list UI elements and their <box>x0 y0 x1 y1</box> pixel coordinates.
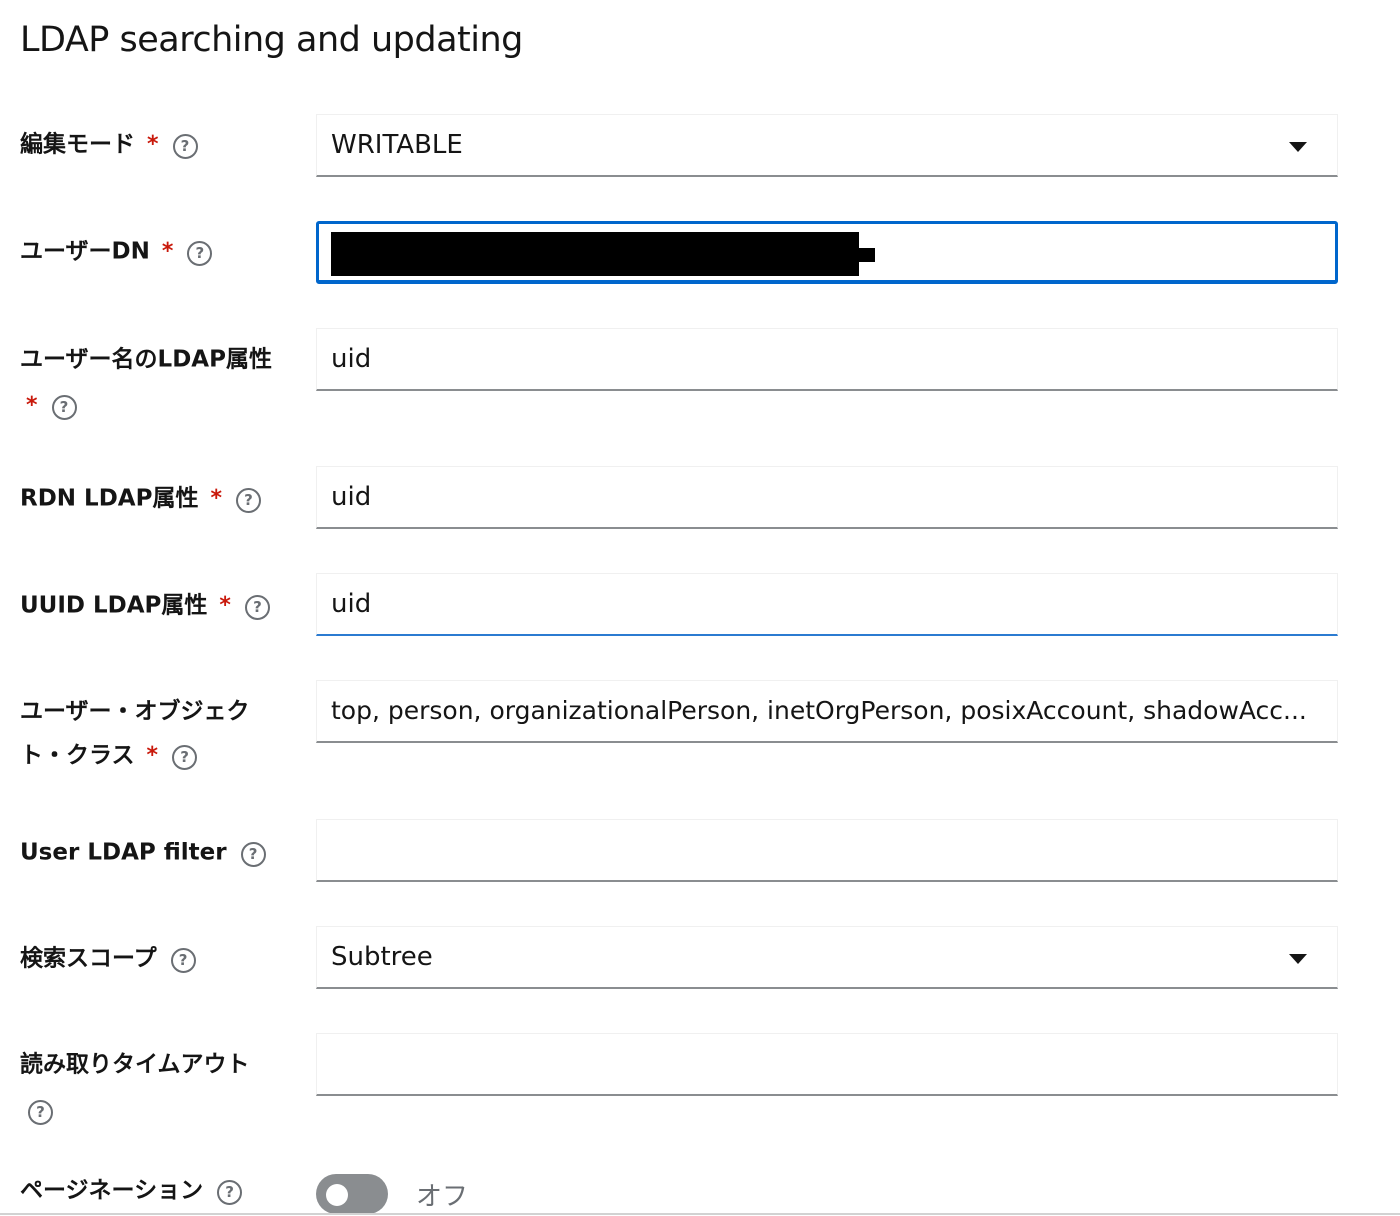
help-icon[interactable]: ? <box>187 241 213 266</box>
edit-mode-select[interactable]: WRITABLE <box>316 114 1338 177</box>
required-indicator: * <box>146 742 159 768</box>
pagination-toggle[interactable] <box>316 1174 388 1214</box>
help-icon[interactable]: ? <box>170 948 196 973</box>
pagination-toggle-label: オフ <box>416 1182 469 1212</box>
uuid-attr-label: UUID LDAP属性 <box>20 592 208 619</box>
search-scope-label: 検索スコープ <box>20 945 157 972</box>
toggle-knob <box>326 1184 348 1206</box>
field-label: RDN LDAP属性 *? <box>20 476 300 521</box>
help-icon[interactable]: ? <box>240 842 266 867</box>
caret-down-icon <box>1289 142 1307 152</box>
object-classes-input[interactable]: top, person, organizationalPerson, inetO… <box>316 680 1338 743</box>
redaction-block <box>331 232 859 276</box>
object-classes-label-line1: ユーザー・オブジェク <box>20 698 250 725</box>
help-icon[interactable]: ? <box>235 488 261 513</box>
caret-down-icon <box>1289 954 1307 964</box>
read-timeout-input[interactable] <box>316 1033 1338 1096</box>
redaction-block <box>857 248 875 262</box>
field-label: 検索スコープ? <box>20 936 300 981</box>
object-classes-value: top, person, organizationalPerson, inetO… <box>331 696 1307 725</box>
section-title: LDAP searching and updating <box>20 20 523 60</box>
users-dn-label: ユーザーDN <box>20 238 150 265</box>
user-filter-label: User LDAP filter <box>20 839 227 866</box>
field-label: ページネーション? <box>20 1168 300 1213</box>
required-indicator: * <box>161 238 174 264</box>
help-icon[interactable]: ? <box>51 395 77 420</box>
required-indicator: * <box>147 131 159 157</box>
edit-mode-label: 編集モード <box>20 131 135 158</box>
field-label: ユーザー・オブジェク <box>20 689 300 734</box>
username-attr-label: ユーザー名のLDAP属性 <box>20 346 272 373</box>
search-scope-select[interactable]: Subtree <box>316 926 1338 989</box>
field-label: User LDAP filter? <box>20 830 300 875</box>
uuid-attr-input[interactable]: uid <box>316 573 1338 636</box>
field-label: ユーザーDN *? <box>20 229 300 274</box>
field-label: ユーザー名のLDAP属性 <box>20 337 310 382</box>
help-icon[interactable]: ? <box>28 1100 53 1125</box>
search-scope-value: Subtree <box>331 942 433 972</box>
field-label-line2: *? <box>20 383 300 428</box>
rdn-attr-input[interactable]: uid <box>316 466 1338 529</box>
username-attr-input[interactable]: uid <box>316 328 1338 391</box>
uuid-attr-value: uid <box>331 589 372 619</box>
help-icon[interactable]: ? <box>217 1180 243 1205</box>
help-icon[interactable]: ? <box>172 745 198 770</box>
help-icon[interactable]: ? <box>244 595 270 620</box>
field-label-line2: ト・クラス *? <box>20 733 300 778</box>
username-attr-value: uid <box>331 344 372 374</box>
field-label: 読み取りタイムアウト <box>20 1042 300 1087</box>
users-dn-input[interactable] <box>316 221 1338 284</box>
edit-mode-value: WRITABLE <box>331 130 463 160</box>
required-indicator: * <box>210 485 222 511</box>
field-label: UUID LDAP属性 *? <box>20 583 300 628</box>
required-indicator: * <box>219 592 231 618</box>
field-label-line2: ? <box>20 1088 300 1132</box>
help-icon[interactable]: ? <box>172 134 198 159</box>
divider <box>0 1213 1400 1215</box>
required-indicator: * <box>26 392 38 418</box>
field-label: 編集モード *? <box>20 122 300 167</box>
rdn-attr-label: RDN LDAP属性 <box>20 485 199 512</box>
object-classes-label-line2: ト・クラス <box>20 742 135 769</box>
rdn-attr-value: uid <box>331 482 372 512</box>
read-timeout-label: 読み取りタイムアウト <box>20 1051 250 1078</box>
user-filter-input[interactable] <box>316 819 1338 882</box>
pagination-label: ページネーション <box>20 1177 204 1204</box>
